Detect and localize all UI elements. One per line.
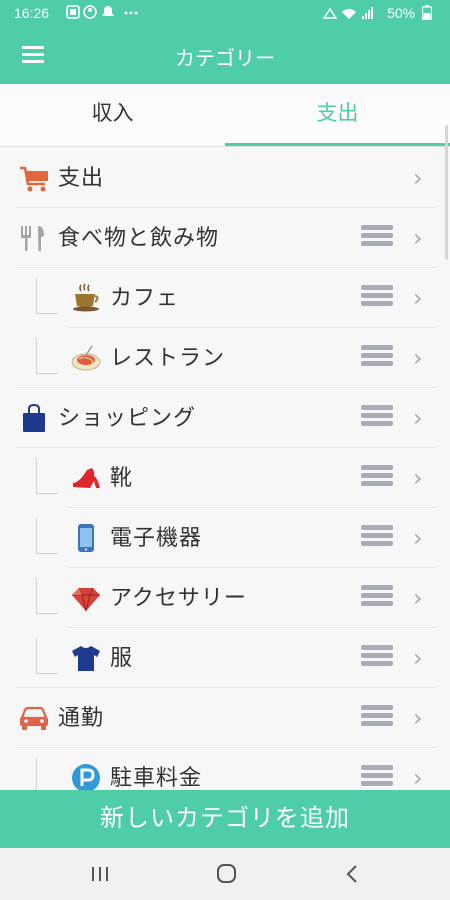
tab-bar: 収入 支出 [0, 84, 450, 147]
shopping-bag-icon [23, 403, 45, 432]
chevron-right-icon[interactable]: › [413, 764, 423, 790]
drag-handle-icon[interactable] [361, 765, 393, 789]
status-time: 16:26 [14, 5, 50, 21]
category-row-expense[interactable]: 支出 › [0, 148, 450, 208]
wifi-signal-icon [322, 7, 381, 21]
category-label: ショッピング [58, 406, 197, 431]
category-row-shoes[interactable]: 靴 › [0, 448, 450, 508]
chevron-right-icon[interactable]: › [413, 224, 423, 252]
category-row-electronics[interactable]: 電子機器 › [0, 508, 450, 568]
drag-handle-icon[interactable] [361, 345, 393, 369]
category-list[interactable]: 支出 › 食べ物と飲み物 › カフェ › レストラン › ショッピング › 靴 … [0, 148, 450, 790]
category-row-shopping[interactable]: ショッピング › [0, 388, 450, 448]
gem-icon [72, 587, 100, 612]
drag-handle-icon[interactable] [361, 405, 393, 429]
chevron-right-icon[interactable]: › [413, 404, 423, 432]
scrollbar[interactable] [445, 125, 448, 260]
chevron-right-icon[interactable]: › [413, 344, 423, 372]
chevron-right-icon[interactable]: › [413, 164, 423, 192]
battery-icon [421, 5, 433, 21]
drag-handle-icon[interactable] [361, 285, 393, 309]
tree-connector [36, 578, 58, 614]
tree-connector [36, 758, 58, 790]
category-row-commute[interactable]: 通勤 › [0, 688, 450, 748]
category-label: 駐車料金 [110, 766, 203, 790]
category-row-cafe[interactable]: カフェ › [0, 268, 450, 328]
drag-handle-icon[interactable] [361, 585, 393, 609]
back-icon[interactable] [322, 860, 382, 888]
drag-handle-icon[interactable] [361, 465, 393, 489]
category-row-clothes[interactable]: 服 › [0, 628, 450, 688]
category-label: 支出 [58, 166, 105, 191]
category-row-accessories[interactable]: アクセサリー › [0, 568, 450, 628]
tab-income[interactable]: 収入 [0, 84, 225, 146]
shopping-cart-icon [20, 166, 48, 192]
recent-apps-icon[interactable] [70, 860, 130, 888]
category-label: 靴 [110, 466, 134, 491]
category-label: 電子機器 [110, 526, 203, 551]
category-label: アクセサリー [110, 586, 247, 611]
category-label: レストラン [110, 346, 226, 371]
category-label: カフェ [110, 286, 180, 311]
drag-handle-icon[interactable] [361, 645, 393, 669]
chevron-right-icon[interactable]: › [413, 284, 423, 312]
tab-divider [0, 146, 450, 147]
status-notification-icons [66, 4, 146, 24]
category-label: 服 [110, 646, 134, 671]
add-category-button[interactable]: 新しいカテゴリを追加 [0, 790, 450, 848]
tree-connector [36, 278, 58, 314]
status-right: 50% [322, 5, 433, 21]
home-icon[interactable] [196, 860, 256, 888]
tshirt-icon [72, 646, 100, 671]
tree-connector [36, 518, 58, 554]
tree-connector [36, 338, 58, 374]
drag-handle-icon[interactable] [361, 525, 393, 549]
category-row-parking[interactable]: 駐車料金 › [0, 748, 450, 790]
drag-handle-icon[interactable] [361, 225, 393, 249]
car-icon [20, 706, 48, 730]
system-nav-bar [0, 848, 450, 900]
app-bar: カテゴリー [0, 28, 450, 84]
battery-percent: 50% [387, 5, 416, 21]
fork-knife-icon [21, 226, 44, 251]
category-label: 通勤 [58, 706, 105, 731]
status-bar: 16:26 50% [0, 0, 450, 28]
category-row-restaurant[interactable]: レストラン › [0, 328, 450, 388]
smartphone-icon [78, 524, 94, 552]
chevron-right-icon[interactable]: › [413, 524, 423, 552]
category-label: 食べ物と飲み物 [58, 226, 220, 251]
chevron-right-icon[interactable]: › [413, 584, 423, 612]
tab-expense[interactable]: 支出 [225, 84, 450, 146]
chevron-right-icon[interactable]: › [413, 704, 423, 732]
category-row-food-drink[interactable]: 食べ物と飲み物 › [0, 208, 450, 268]
coffee-cup-icon [73, 283, 99, 312]
tree-connector [36, 638, 58, 674]
chevron-right-icon[interactable]: › [413, 464, 423, 492]
chevron-right-icon[interactable]: › [413, 644, 423, 672]
high-heel-icon [73, 468, 100, 488]
drag-handle-icon[interactable] [361, 705, 393, 729]
restaurant-dish-icon [71, 345, 101, 371]
notification-icons [66, 5, 138, 19]
tree-connector [36, 458, 58, 494]
page-title: カテゴリー [175, 46, 275, 70]
parking-icon [72, 764, 100, 790]
